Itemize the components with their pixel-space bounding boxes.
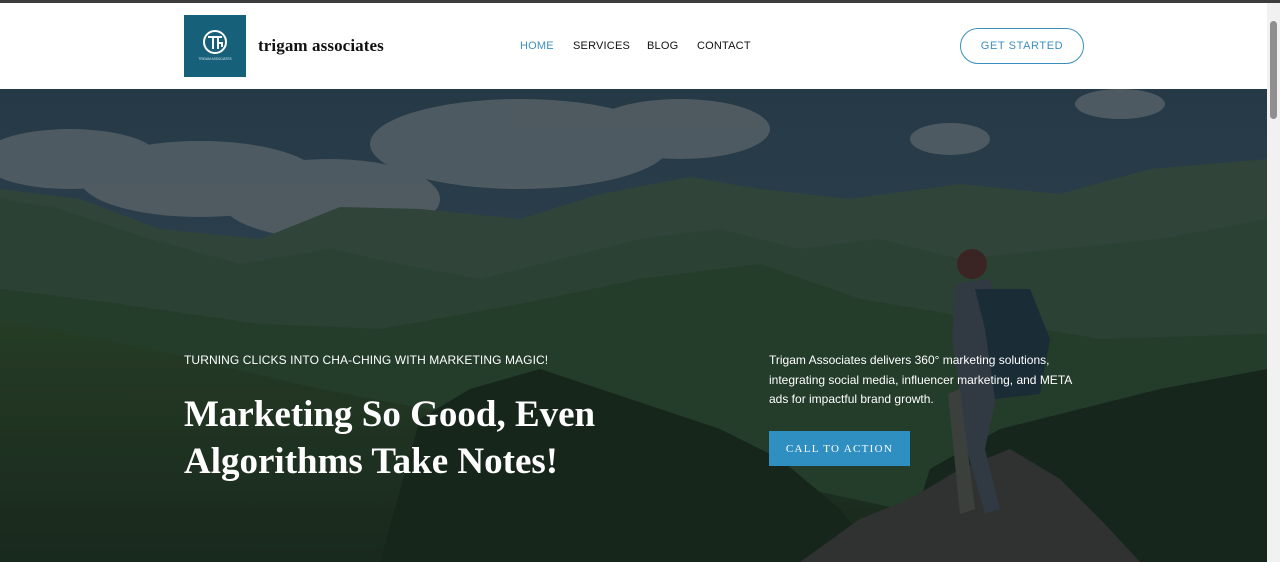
hero-description: Trigam Associates delivers 360° marketin… (769, 353, 1072, 406)
hero-section: TURNING CLICKS INTO CHA-CHING WITH MARKE… (0, 89, 1267, 562)
nav-item-home[interactable]: HOME (520, 40, 554, 52)
hero-headline: Marketing So Good, Even Algorithms Take … (184, 394, 596, 482)
site-header: TRIGAM ASSOCIATES trigam associates HOME… (0, 3, 1267, 89)
nav-item-blog[interactable]: BLOG (647, 40, 678, 52)
scrollbar-thumb[interactable] (1270, 21, 1277, 119)
call-to-action-button[interactable]: CALL TO ACTION (769, 431, 910, 466)
hero-tagline: TURNING CLICKS INTO CHA-CHING WITH MARKE… (184, 353, 549, 367)
hero-background-image (0, 89, 1267, 562)
nav-item-contact[interactable]: CONTACT (697, 40, 751, 52)
brand-logo[interactable]: TRIGAM ASSOCIATES (184, 15, 246, 77)
nav-item-services[interactable]: SERVICES (573, 40, 630, 52)
trigam-logo-icon: TRIGAM ASSOCIATES (198, 30, 232, 61)
page-scrollbar[interactable] (1267, 3, 1280, 562)
logo-caption: TRIGAM ASSOCIATES (198, 57, 231, 61)
get-started-button[interactable]: GET STARTED (960, 28, 1084, 64)
brand-name[interactable]: trigam associates (258, 36, 384, 56)
